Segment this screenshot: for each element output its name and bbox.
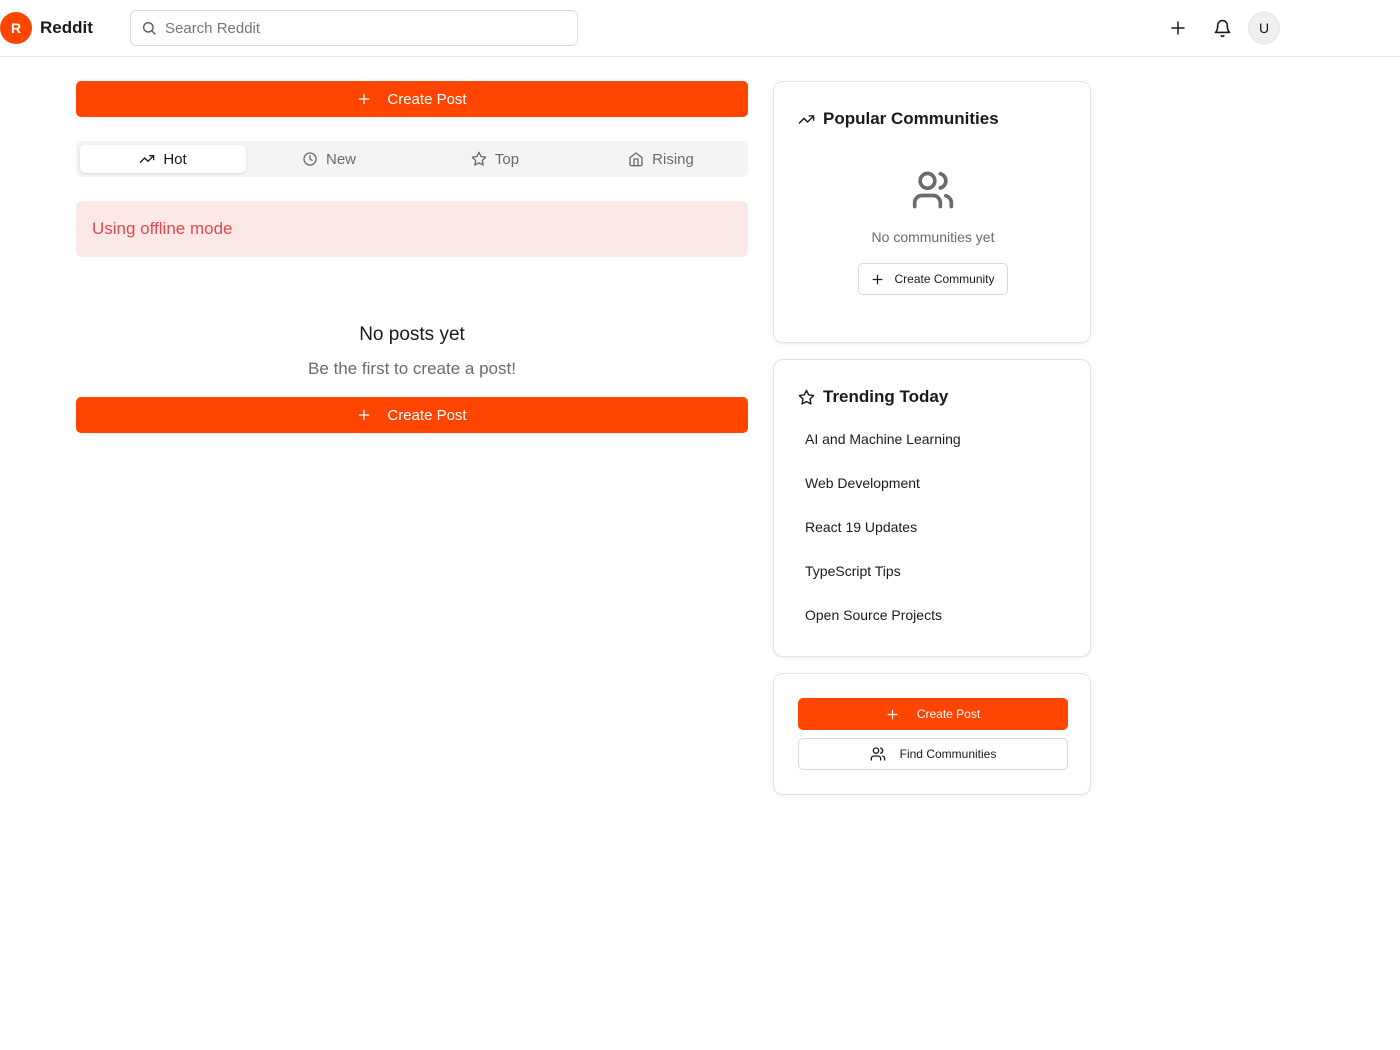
trending-up-icon (798, 114, 815, 124)
users-icon (912, 171, 954, 209)
sidebar-create-post-button[interactable]: Create Post (798, 698, 1068, 730)
notifications-button[interactable] (1206, 12, 1238, 44)
logo-icon[interactable]: R (0, 12, 32, 44)
create-post-button-empty[interactable]: Create Post (76, 397, 748, 433)
card-title-text: Popular Communities (823, 109, 999, 128)
empty-state-subtitle: Be the first to create a post! (308, 359, 516, 378)
create-post-label: Create Post (387, 406, 467, 424)
create-post-label: Create Post (387, 90, 467, 108)
trending-today-card: Trending Today AI and Machine Learning W… (773, 359, 1091, 657)
home-icon (629, 152, 643, 167)
plus-icon (873, 274, 883, 284)
create-community-label: Create Community (894, 272, 995, 286)
star-icon (471, 151, 487, 166)
tab-label: Hot (163, 150, 187, 168)
offline-message: Using offline mode (92, 219, 233, 238)
plus-icon (887, 709, 898, 719)
trending-item[interactable]: TypeScript Tips (805, 563, 901, 579)
tab-hot[interactable]: Hot (80, 145, 246, 173)
users-icon (870, 747, 885, 761)
search-icon (143, 22, 156, 35)
star-icon (798, 389, 815, 405)
find-communities-label: Find Communities (899, 747, 997, 761)
card-title-text: Trending Today (823, 387, 949, 406)
find-communities-button[interactable]: Find Communities (798, 738, 1068, 770)
popular-communities-header: Popular Communities (798, 109, 999, 129)
sort-tabs: Hot New Top Rising (76, 141, 748, 177)
search-input[interactable] (165, 19, 565, 37)
trending-item[interactable]: Open Source Projects (805, 607, 942, 623)
trending-item[interactable]: Web Development (805, 475, 920, 491)
tab-top[interactable]: Top (412, 145, 578, 173)
trending-item[interactable]: AI and Machine Learning (805, 431, 961, 447)
tab-label: New (325, 150, 356, 168)
top-header: R Reddit U (0, 0, 1400, 57)
tab-rising[interactable]: Rising (578, 145, 744, 173)
tab-label: Top (494, 150, 520, 168)
plus-icon (1171, 21, 1185, 35)
offline-banner: Using offline mode (76, 201, 748, 257)
trending-item[interactable]: React 19 Updates (805, 519, 917, 535)
brand-name[interactable]: Reddit (40, 18, 93, 38)
tab-label: Rising (652, 150, 694, 168)
bell-icon (1214, 19, 1230, 37)
plus-icon (359, 409, 370, 421)
create-post-label: Create Post (916, 707, 981, 721)
search-box[interactable] (130, 10, 578, 46)
create-plus-button[interactable] (1162, 12, 1194, 44)
create-community-button[interactable]: Create Community (858, 263, 1008, 295)
user-avatar[interactable]: U (1248, 12, 1280, 44)
popular-communities-card: Popular Communities No communities yet C… (773, 81, 1091, 343)
create-post-button-top[interactable]: Create Post (76, 81, 748, 117)
no-communities-text: No communities yet (871, 229, 995, 245)
trending-today-header: Trending Today (798, 387, 948, 407)
clock-icon (303, 152, 317, 166)
empty-state-title: No posts yet (359, 324, 465, 345)
quick-actions-card: Create Post Find Communities (773, 673, 1091, 795)
tab-new[interactable]: New (246, 145, 412, 173)
plus-icon (359, 93, 370, 105)
trending-up-icon (139, 155, 155, 163)
